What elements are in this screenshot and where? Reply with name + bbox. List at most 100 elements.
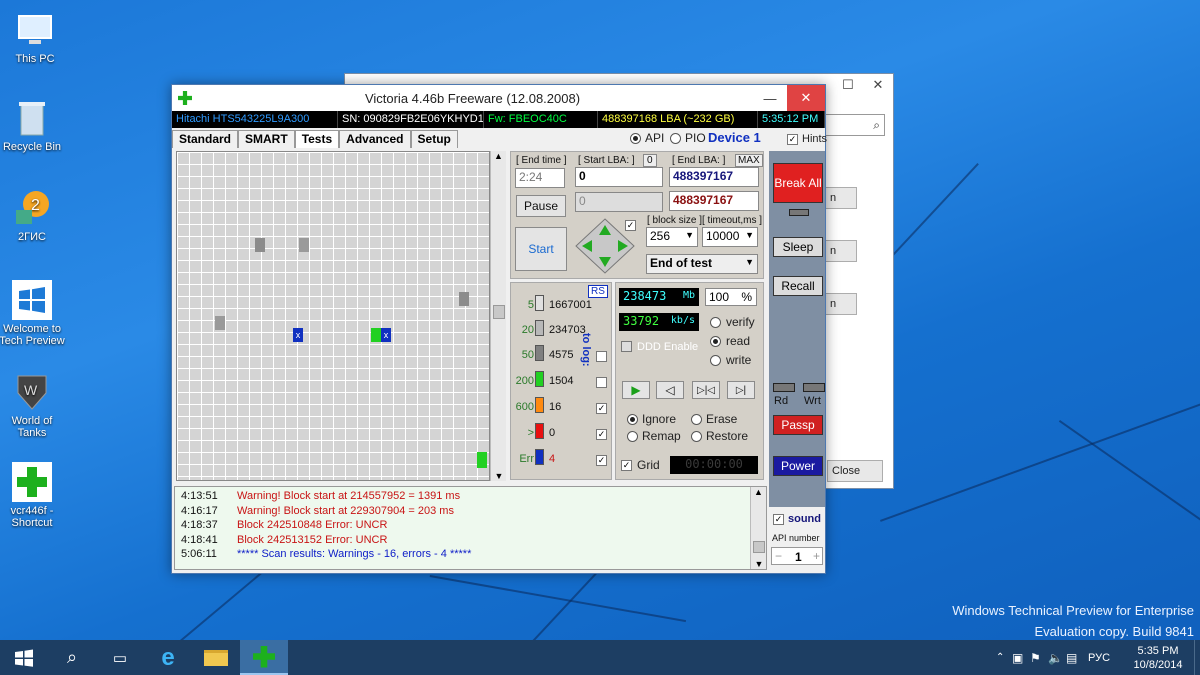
minus-icon[interactable]: − xyxy=(775,549,782,563)
skip-icon: ▷|◁ xyxy=(697,384,715,396)
grid-block-error: x xyxy=(381,328,391,342)
tab-standard[interactable]: Standard xyxy=(172,130,239,148)
sound-checkbox[interactable]: ✓ xyxy=(773,514,784,525)
api-number-value: 1 xyxy=(795,550,802,564)
scroll-up-icon[interactable]: ▲ xyxy=(491,151,506,161)
task-view-button[interactable]: ▭ xyxy=(96,640,144,675)
show-desktop-button[interactable] xyxy=(1194,640,1200,675)
end-lba-field[interactable]: 488397167 xyxy=(669,167,759,187)
search-box[interactable]: ⌕ xyxy=(825,114,885,136)
grid-scrollbar[interactable]: ▲ ▼ xyxy=(490,151,506,481)
tray-volume-icon[interactable]: 🔈 xyxy=(1048,651,1066,665)
tray-language[interactable]: РУС xyxy=(1088,652,1122,664)
taskbar-explorer[interactable] xyxy=(192,640,240,675)
start-lba-badge[interactable]: 0 xyxy=(643,154,657,167)
background-button-2[interactable]: n xyxy=(825,240,857,262)
ignore-radio[interactable] xyxy=(627,414,638,425)
log-checkbox-err[interactable]: ✓ xyxy=(596,455,607,466)
remap-radio[interactable] xyxy=(627,431,638,442)
scroll-thumb[interactable] xyxy=(493,305,505,319)
verify-radio[interactable] xyxy=(710,317,721,328)
tab-advanced[interactable]: Advanced xyxy=(339,130,411,148)
api-radio[interactable] xyxy=(630,133,641,144)
block-size-select[interactable]: 256 ▼ xyxy=(646,227,698,247)
desktop-icon-label: Recycle Bin xyxy=(2,141,62,153)
scroll-up-icon[interactable]: ▲ xyxy=(751,487,766,497)
write-radio[interactable] xyxy=(710,355,721,366)
scroll-down-icon[interactable]: ▼ xyxy=(491,471,507,481)
pio-radio[interactable] xyxy=(670,133,681,144)
taskbar-victoria[interactable] xyxy=(240,640,288,675)
tab-tests[interactable]: Tests xyxy=(294,130,340,148)
desktop-icon-2gis[interactable]: 2 2ГИС xyxy=(0,188,67,243)
log-checkbox-50[interactable] xyxy=(596,351,607,362)
log-checkbox-200[interactable] xyxy=(596,377,607,388)
end-lba-max[interactable]: MAX xyxy=(735,154,763,167)
rewind-button[interactable]: ◁ xyxy=(656,381,684,399)
log-row: 4:16:17 Warning! Block start at 229307904… xyxy=(181,505,760,520)
victoria-window[interactable]: Victoria 4.46b Freeware (12.08.2008) — ✕… xyxy=(171,84,827,574)
close-button[interactable]: ✕ xyxy=(787,85,825,111)
counter-swatch xyxy=(535,320,544,336)
desktop-icon-this-pc[interactable]: This PC xyxy=(0,10,70,65)
start-lba-field[interactable]: 0 xyxy=(575,167,663,187)
log-scrollbar[interactable]: ▲ ▼ xyxy=(750,487,766,569)
ddd-enable-checkbox[interactable] xyxy=(621,341,632,352)
skip-button[interactable]: ▷|◁ xyxy=(692,381,720,399)
break-all-button[interactable]: Break All xyxy=(773,163,823,203)
start-lba-current: 0 xyxy=(575,192,663,212)
tray-chevron-icon[interactable]: ⌃ xyxy=(996,652,1012,663)
search-icon: ⌕ xyxy=(873,118,880,132)
tab-smart[interactable]: SMART xyxy=(238,130,295,148)
end-button[interactable]: ▷| xyxy=(727,381,755,399)
drive-model: Hitachi HTS543225L9A300 xyxy=(172,111,338,128)
desktop-icon-welcome[interactable]: Welcome to Tech Preview xyxy=(0,280,67,347)
scroll-thumb[interactable] xyxy=(753,541,765,553)
background-button-3[interactable]: n xyxy=(825,293,857,315)
direction-checkbox[interactable]: ✓ xyxy=(625,220,636,231)
percent-value: 100 xyxy=(709,290,730,304)
api-number-stepper[interactable]: − 1 + xyxy=(771,547,823,565)
log-checkbox-600[interactable]: ✓ xyxy=(596,403,607,414)
maximize-icon[interactable]: ☐ xyxy=(833,77,863,93)
wrt-indicator xyxy=(803,383,825,392)
pause-button[interactable]: Pause xyxy=(516,195,566,217)
tab-setup[interactable]: Setup xyxy=(410,130,458,148)
restore-radio[interactable] xyxy=(691,431,702,442)
scroll-down-icon[interactable]: ▼ xyxy=(751,559,767,569)
end-time-field[interactable]: 2:24 xyxy=(515,168,565,188)
recall-button[interactable]: Recall xyxy=(773,276,823,296)
end-of-test-select[interactable]: End of test ▼ xyxy=(646,254,758,274)
timeout-select[interactable]: 10000 ▼ xyxy=(702,227,758,247)
close-icon[interactable]: ✕ xyxy=(863,77,893,93)
tray-notification-icon[interactable]: ▤ xyxy=(1066,651,1088,665)
hints-checkbox[interactable]: ✓ xyxy=(787,134,798,145)
erase-radio[interactable] xyxy=(691,414,702,425)
taskbar-ie[interactable]: e xyxy=(144,640,192,675)
plus-icon[interactable]: + xyxy=(813,549,820,563)
log-time: 4:18:41 xyxy=(181,533,218,546)
passp-button[interactable]: Passp xyxy=(773,415,823,435)
log-checkbox-over[interactable]: ✓ xyxy=(596,429,607,440)
sleep-button[interactable]: Sleep xyxy=(773,237,823,257)
tray-flag-icon[interactable]: ⚑ xyxy=(1030,651,1048,665)
background-button-1[interactable]: n xyxy=(825,187,857,209)
play-button[interactable]: ▶ xyxy=(622,381,650,399)
desktop-icon-recycle-bin[interactable]: Recycle Bin xyxy=(0,98,67,153)
tab-bar: Standard SMART Tests Advanced Setup xyxy=(172,130,458,148)
device-label[interactable]: Device 1 xyxy=(708,130,761,145)
minimize-button[interactable]: — xyxy=(753,85,787,111)
power-button[interactable]: Power xyxy=(773,456,823,476)
grid-checkbox[interactable]: ✓ xyxy=(621,460,632,471)
tray-clock[interactable]: 5:35 PM 10/8/2014 xyxy=(1122,644,1194,672)
counter-row: 600 16 xyxy=(514,397,609,417)
desktop-icon-victoria-shortcut[interactable]: vcr446f - Shortcut xyxy=(0,462,67,529)
read-radio[interactable] xyxy=(710,336,721,347)
start-button[interactable] xyxy=(0,640,48,675)
desktop-icon-world-of-tanks[interactable]: W World of Tanks xyxy=(0,372,67,439)
start-button[interactable]: Start xyxy=(515,227,567,271)
back-icon: ◁ xyxy=(665,383,675,397)
search-button[interactable]: ⌕ xyxy=(48,640,96,675)
background-close-button[interactable]: Close xyxy=(827,460,883,482)
tray-network-icon[interactable]: ▣ xyxy=(1012,651,1030,665)
